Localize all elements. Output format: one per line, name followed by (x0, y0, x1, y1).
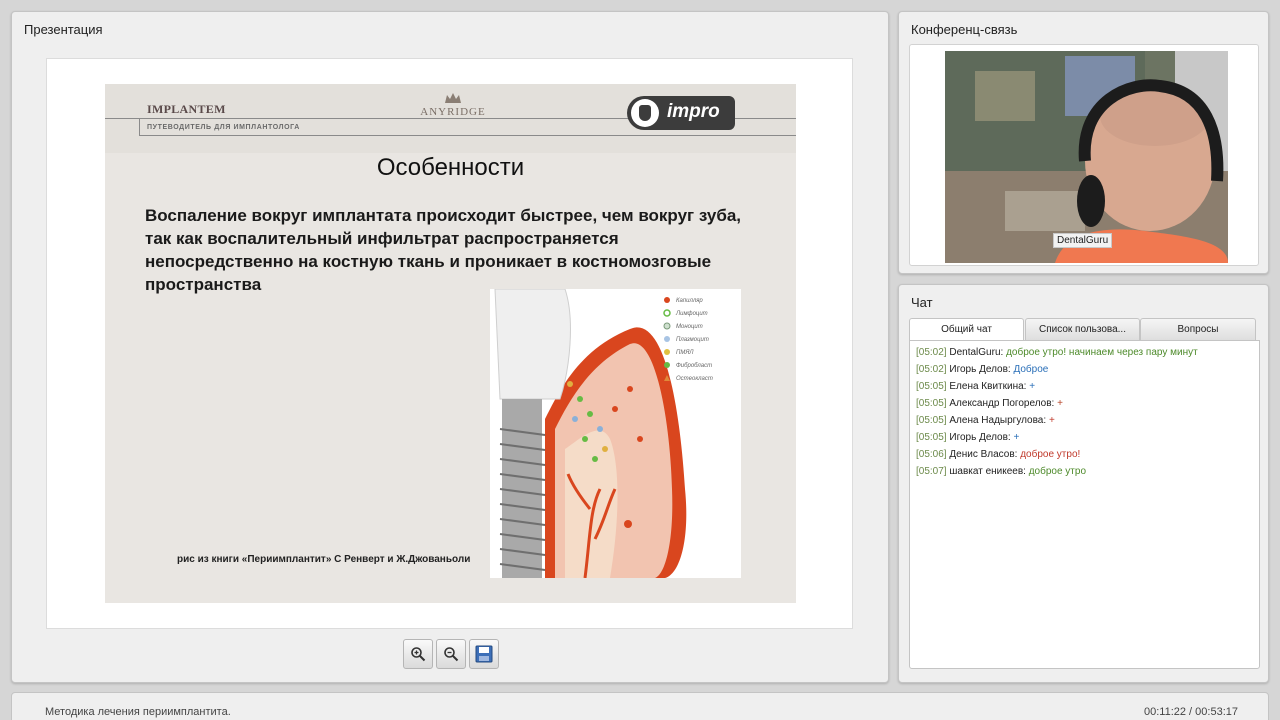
save-button[interactable] (469, 639, 499, 669)
presentation-title: Презентация (24, 22, 103, 37)
chat-message-text: доброе утро! (1020, 449, 1081, 460)
webcam-video[interactable] (945, 51, 1228, 263)
playback-time: 00:11:22 / 00:53:17 (1144, 706, 1238, 718)
tab-user-list[interactable]: Список пользова... (1025, 318, 1140, 340)
chat-message: [05:05] Игорь Делов: + (916, 429, 1253, 446)
svg-text:Остеокласт: Остеокласт (676, 376, 713, 382)
chat-message-list[interactable]: [05:02] DentalGuru: доброе утро! начинае… (909, 340, 1260, 669)
implant-illustration: Капилляр Лимфоцит Моноцит Плазмоцит ПМЯЛ… (490, 288, 741, 579)
anyridge-logo-text: ANYRIDGE (420, 106, 486, 118)
chat-message-text: + (1057, 398, 1063, 409)
chat-message: [05:07] шавкат еникеев: доброе утро (916, 463, 1253, 480)
chat-title: Чат (911, 295, 933, 310)
footer-bar: Методика лечения периимплантита. 00:11:2… (11, 692, 1269, 720)
chat-message: [05:06] Денис Власов: доброе утро! (916, 446, 1253, 463)
chat-message-author: Игорь Делов: (949, 432, 1011, 443)
svg-text:Плазмоцит: Плазмоцит (676, 337, 709, 343)
chat-panel: Чат Общий чат Список пользова... Вопросы… (898, 284, 1269, 683)
chat-message: [05:02] Игорь Делов: Доброе (916, 361, 1253, 378)
floppy-disk-icon (475, 645, 493, 663)
chat-message-text: + (1029, 381, 1036, 392)
chat-message-time: [05:05] (916, 432, 947, 443)
slide-frame: IMPLANTEM ПУТЕВОДИТЕЛЬ ДЛЯ ИМПЛАНТОЛОГА … (46, 58, 853, 629)
chat-message-time: [05:05] (916, 398, 947, 409)
zoom-in-button[interactable] (403, 639, 433, 669)
video-container: DentalGuru (909, 44, 1259, 266)
chat-message-text: доброе утро (1028, 466, 1087, 477)
chat-message-text: + (1013, 432, 1020, 443)
svg-text:Лимфоцит: Лимфоцит (675, 311, 708, 317)
tooth-icon (631, 99, 659, 127)
impro-logo: impro (627, 96, 735, 130)
conference-panel: Конференц-связь DentalGuru (898, 11, 1269, 274)
slide: IMPLANTEM ПУТЕВОДИТЕЛЬ ДЛЯ ИМПЛАНТОЛОГА … (105, 84, 796, 603)
chat-message: [05:02] DentalGuru: доброе утро! начинае… (916, 344, 1253, 361)
chat-message: [05:05] Алена Надыргулова: + (916, 412, 1253, 429)
svg-text:Моноцит: Моноцит (676, 324, 703, 330)
conference-title: Конференц-связь (911, 22, 1018, 37)
chat-message-time: [05:06] (916, 449, 947, 460)
chat-message-author: шавкат еникеев: (949, 466, 1026, 477)
chat-message-text: + (1048, 415, 1055, 426)
presentation-panel: Презентация IMPLANTEM ПУТЕВОДИТЕЛЬ ДЛЯ И… (11, 11, 889, 683)
anyridge-logo: ANYRIDGE (418, 92, 488, 132)
participant-name-label: DentalGuru (1053, 233, 1113, 248)
svg-text:Фибробласт: Фибробласт (676, 363, 712, 369)
chat-message-author: Денис Власов: (949, 449, 1018, 460)
chat-message-time: [05:07] (916, 466, 947, 477)
brand-subtitle: ПУТЕВОДИТЕЛЬ ДЛЯ ИМПЛАНТОЛОГА (147, 124, 300, 131)
chat-message-time: [05:05] (916, 381, 947, 392)
chat-message-author: Елена Квиткина: (949, 381, 1027, 392)
chat-message-time: [05:02] (916, 364, 947, 375)
chat-message-author: Алена Надыргулова: (949, 415, 1047, 426)
chat-message-time: [05:02] (916, 347, 947, 358)
slide-heading: Особенности (376, 154, 525, 181)
crown-icon (445, 93, 461, 103)
chat-message: [05:05] Александр Погорелов: + (916, 395, 1253, 412)
zoom-out-button[interactable] (436, 639, 466, 669)
slide-header: IMPLANTEM ПУТЕВОДИТЕЛЬ ДЛЯ ИМПЛАНТОЛОГА … (105, 84, 796, 153)
slide-body-text: Воспаление вокруг имплантата происходит … (145, 206, 742, 294)
zoom-in-icon (411, 647, 426, 662)
chat-message-author: Александр Погорелов: (949, 398, 1055, 409)
impro-logo-text: impro (667, 101, 720, 122)
svg-text:ПМЯЛ: ПМЯЛ (676, 350, 694, 356)
lesson-title: Методика лечения периимплантита. (45, 706, 231, 718)
zoom-out-icon (444, 647, 459, 662)
chat-message-text: Доброе (1013, 364, 1049, 375)
chat-message-author: DentalGuru: (949, 347, 1004, 358)
chat-message-text: доброе утро! начинаем через пару минут (1006, 347, 1198, 358)
chat-message-author: Игорь Делов: (949, 364, 1011, 375)
header-rule (139, 135, 796, 136)
slide-caption: рис из книги «Периимплантит» С Ренверт и… (177, 554, 471, 565)
tab-questions[interactable]: Вопросы (1140, 318, 1256, 340)
chat-message: [05:05] Елена Квиткина: + (916, 378, 1253, 395)
brand-name: IMPLANTEM (147, 102, 226, 116)
header-rule (139, 118, 140, 136)
svg-text:Капилляр: Капилляр (676, 298, 703, 304)
tab-general-chat[interactable]: Общий чат (909, 318, 1024, 341)
chat-message-time: [05:05] (916, 415, 947, 426)
